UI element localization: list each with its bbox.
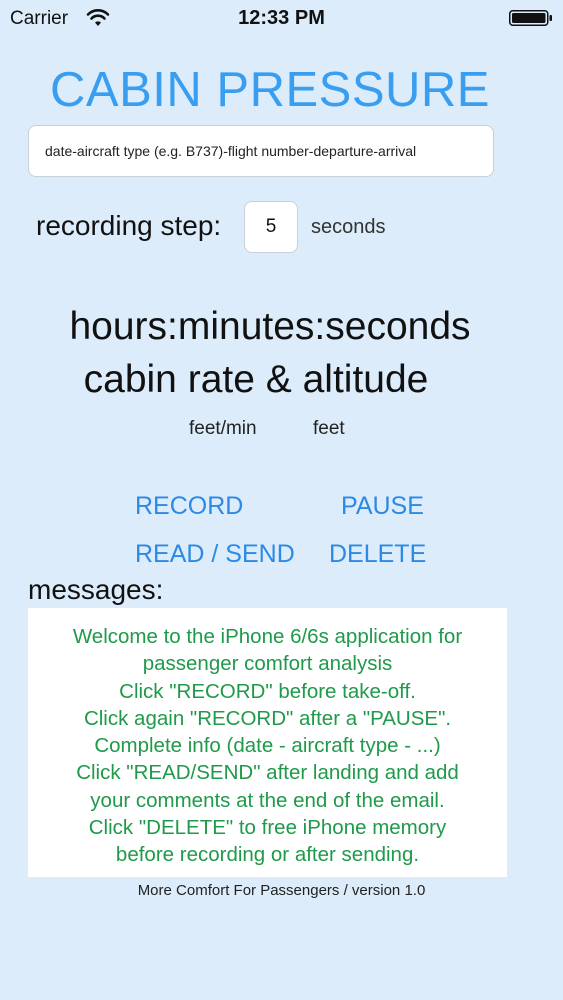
- app-title: CABIN PRESSURE: [50, 63, 490, 117]
- altitude-unit-label: feet: [313, 418, 345, 439]
- message-line: passenger comfort analysis: [142, 652, 393, 676]
- time-display: hours:minutes:seconds: [69, 305, 471, 348]
- battery-icon: [509, 10, 553, 26]
- version-footer: More Comfort For Passengers / version 1.…: [137, 882, 426, 899]
- read-send-button[interactable]: READ / SEND: [135, 540, 295, 569]
- delete-button[interactable]: DELETE: [329, 540, 426, 569]
- message-line: before recording or after sending.: [115, 843, 420, 867]
- message-line: Click "DELETE" to free iPhone memory: [88, 816, 447, 840]
- status-time: 12:33 PM: [238, 7, 325, 29]
- message-line: Complete info (date - aircraft type - ..…: [94, 734, 441, 758]
- status-bar: Carrier 12:33 PM: [0, 0, 563, 36]
- recording-step-input[interactable]: 5: [244, 201, 298, 253]
- message-line: Click "READ/SEND" after landing and add: [76, 761, 459, 785]
- recording-step-label: recording step:: [36, 210, 222, 241]
- message-line: Welcome to the iPhone 6/6s application f…: [72, 625, 463, 648]
- record-button[interactable]: RECORD: [135, 492, 243, 521]
- message-line: your comments at the end of the email.: [90, 788, 445, 812]
- recording-step-unit: seconds: [311, 216, 386, 238]
- messages-box: Welcome to the iPhone 6/6s application f…: [28, 608, 507, 877]
- rate-unit-label: feet/min: [189, 418, 257, 439]
- messages-label: messages:: [28, 574, 164, 605]
- pause-button[interactable]: PAUSE: [341, 492, 424, 521]
- message-line: Click again "RECORD" after a "PAUSE".: [83, 706, 452, 730]
- flight-info-input[interactable]: [28, 125, 494, 177]
- message-line: Click "RECORD" before take-off.: [119, 679, 416, 703]
- rate-altitude-display: cabin rate & altitude: [83, 358, 429, 401]
